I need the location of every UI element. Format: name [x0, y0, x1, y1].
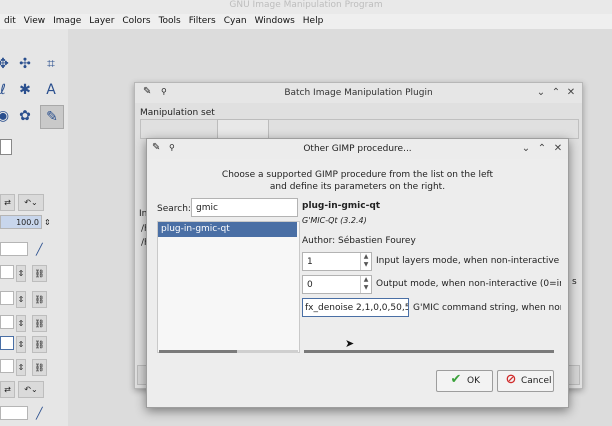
mode-icon[interactable]: ⇄ — [0, 194, 15, 211]
menu-layer[interactable]: Layer — [85, 14, 118, 29]
hardness-stepper-icon[interactable]: ⇕ — [16, 359, 26, 376]
size-chain-icon[interactable]: ⛓ — [32, 265, 47, 282]
main-window-title: GNU Image Manipulation Program — [0, 0, 612, 14]
gmic-command-input[interactable]: fx_denoise 2,1,0,0,50,50 — [302, 298, 409, 317]
aspect-link-icon[interactable]: ⛓ — [32, 291, 47, 308]
check-icon: ✔ — [450, 372, 462, 387]
input-layers-mode-label: Input layers mode, when non-interactive … — [376, 256, 561, 266]
blend-mode-select[interactable]: ↶⌄ — [18, 194, 44, 211]
dialog-description-line2: and define its parameters on the right. — [269, 182, 446, 192]
dialog-minimize-icon[interactable]: ⌄ — [520, 144, 532, 154]
menu-view[interactable]: View — [20, 14, 49, 29]
output-mode-spinner[interactable]: 0 ▲ ▼ — [302, 275, 372, 294]
angle-field[interactable] — [0, 315, 14, 329]
dynamics-icon[interactable]: ⇄ — [0, 381, 15, 398]
output-mode-value[interactable]: 0 — [307, 280, 313, 290]
procedure-blurb: G'MIC-Qt (3.2.4) — [302, 216, 367, 225]
clone-tool-icon[interactable]: ✿ — [14, 105, 36, 127]
size-stepper-icon[interactable]: ⇕ — [16, 265, 26, 282]
batch-window-title: Batch Image Manipulation Plugin — [135, 83, 582, 103]
crop-tool-icon[interactable]: ⌗ — [40, 53, 62, 75]
brush-select[interactable] — [0, 242, 28, 256]
toolbox: ✥ ✣ ⌗ ℓ ✱ A ◉ ✿ ✎ ⇄ ↶⌄ 100.0 ⇕ ╱ ⇕ ⛓ ⇕ ⛓ ⇕… — [0, 29, 68, 426]
aspect-stepper-icon[interactable]: ⇕ — [16, 291, 26, 308]
lasso-tool-icon[interactable]: ℓ — [0, 79, 14, 101]
angle-stepper-icon[interactable]: ⇕ — [16, 315, 26, 332]
spacing-field[interactable] — [0, 336, 14, 350]
ok-label: OK — [467, 376, 480, 386]
input-layers-mode-value[interactable]: 1 — [307, 257, 313, 267]
spacing-link-icon[interactable]: ⛓ — [32, 336, 47, 353]
menu-image[interactable]: Image — [49, 14, 85, 29]
aspect-field[interactable] — [0, 291, 14, 305]
pin-icon[interactable]: ⚲ — [161, 87, 167, 96]
menu-tools[interactable]: Tools — [155, 14, 185, 29]
manipulation-set-panel — [140, 119, 579, 139]
text-tool-icon[interactable]: A — [40, 79, 62, 101]
cancel-button[interactable]: ⊘ Cancel — [497, 370, 554, 392]
menu-colors[interactable]: Colors — [118, 14, 154, 29]
minimize-icon[interactable]: ⌄ — [535, 88, 547, 98]
batch-right-button[interactable] — [568, 365, 580, 385]
app-icon: ✎ — [143, 86, 152, 97]
dialog-app-icon: ✎ — [152, 142, 161, 153]
brush-edit-icon[interactable]: ╱ — [36, 243, 43, 256]
dialog-pin-icon[interactable]: ⚲ — [169, 143, 175, 152]
menu-help[interactable]: Help — [299, 14, 328, 29]
opacity-field[interactable]: 100.0 — [0, 215, 42, 229]
mouse-cursor-icon: ➤ — [345, 337, 355, 350]
procedure-name: plug-in-gmic-qt — [302, 201, 381, 211]
manipulation-set-label: Manipulation set — [140, 108, 215, 118]
procedure-dialog: Other GIMP procedure... ✎ ⚲ ⌄ ⌃ ✕ Choose… — [146, 138, 569, 408]
maximize-icon[interactable]: ⌃ — [550, 88, 562, 98]
list-item[interactable]: plug-in-gmic-qt — [158, 222, 297, 237]
warp-tool-icon[interactable]: ✱ — [14, 79, 36, 101]
search-input[interactable]: gmic — [191, 198, 298, 217]
move-tool-icon[interactable]: ✥ — [0, 53, 14, 75]
dynamics-edit-icon[interactable]: ╱ — [36, 407, 43, 420]
menu-edit[interactable]: dit — [0, 14, 20, 29]
cancel-label: Cancel — [521, 376, 552, 386]
menu-filters[interactable]: Filters — [185, 14, 220, 29]
dynamics-field[interactable] — [0, 406, 28, 420]
output-mode-label: Output mode, when non-interactive (0=in … — [376, 279, 561, 289]
size-field[interactable] — [0, 265, 14, 279]
spin-arrows-icon[interactable]: ▲ ▼ — [360, 253, 371, 270]
dynamics-select[interactable]: ↶⌄ — [18, 381, 44, 398]
dialog-maximize-icon[interactable]: ⌃ — [536, 144, 548, 154]
bucket-tool-icon[interactable]: ◉ — [0, 105, 14, 127]
menu-cyan[interactable]: Cyan — [220, 14, 251, 29]
right-fragment: s — [572, 277, 577, 287]
opacity-stepper-icon[interactable]: ⇕ — [44, 218, 51, 227]
ok-button[interactable]: ✔ OK — [436, 370, 493, 392]
menubar: dit View Image Layer Colors Tools Filters Cyan W… — [0, 14, 612, 29]
input-layers-mode-spinner[interactable]: 1 ▲ ▼ — [302, 252, 372, 271]
align-tool-icon[interactable]: ✣ — [14, 53, 36, 75]
paintbrush-tool-icon[interactable]: ✎ — [40, 105, 64, 129]
hardness-field[interactable] — [0, 359, 14, 373]
list-scrollbar-thumb[interactable] — [159, 350, 237, 353]
spacing-stepper-icon[interactable]: ⇕ — [16, 336, 26, 353]
gmic-command-label: G'MIC command string, when non-i — [413, 303, 561, 313]
menu-windows[interactable]: Windows — [251, 14, 299, 29]
spin-arrows-icon[interactable]: ▲ ▼ — [360, 276, 371, 293]
dialog-description-line1: Choose a supported GIMP procedure from t… — [221, 170, 494, 180]
close-icon[interactable]: ✕ — [565, 88, 577, 98]
cancel-icon: ⊘ — [505, 372, 517, 387]
hardness-link-icon[interactable]: ⛓ — [32, 359, 47, 376]
procedure-list: plug-in-gmic-qt — [157, 221, 300, 353]
color-swatch[interactable] — [0, 139, 12, 155]
dialog-close-icon[interactable]: ✕ — [552, 144, 564, 154]
params-scrollbar-thumb[interactable] — [304, 350, 554, 353]
procedure-author: Author: Sébastien Fourey — [302, 236, 416, 246]
angle-link-icon[interactable]: ⛓ — [32, 315, 47, 332]
search-label: Search: — [157, 204, 191, 214]
dialog-title: Other GIMP procedure... — [147, 139, 568, 159]
